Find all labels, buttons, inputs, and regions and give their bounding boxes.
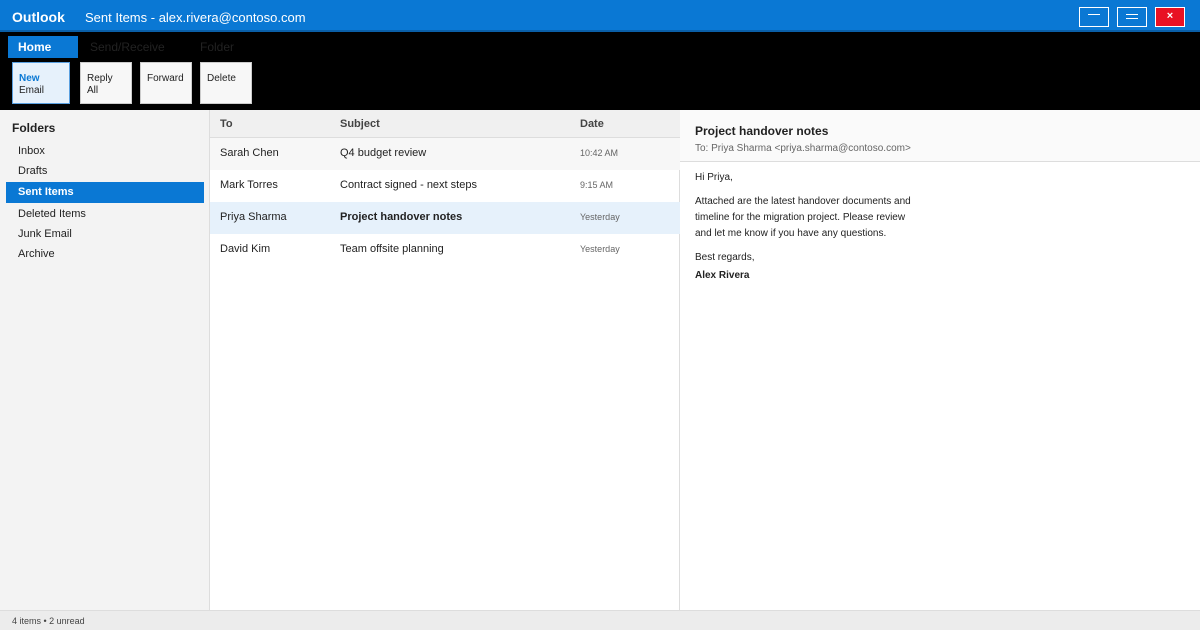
table-row[interactable]: Sarah Chen Q4 budget review 10:42 AM: [210, 138, 680, 170]
table-row[interactable]: Mark Torres Contract signed - next steps…: [210, 170, 680, 202]
row-subject: Q4 budget review: [340, 147, 427, 159]
body-line: and let me know if you have any question…: [695, 228, 887, 239]
title-bar: Outlook Sent Items - alex.rivera@contoso…: [0, 0, 1200, 32]
row-date: Yesterday: [580, 212, 620, 222]
window-title: Sent Items - alex.rivera@contoso.com: [85, 10, 306, 25]
ribbon: Home Send/Receive Folder New Email Reply…: [0, 32, 1200, 110]
column-date[interactable]: Date: [580, 118, 604, 130]
body-closing: Best regards,: [695, 252, 755, 263]
table-row[interactable]: David Kim Team offsite planning Yesterda…: [210, 234, 680, 266]
new-email-label-1: New: [19, 73, 40, 84]
reading-header: Project handover notes To: Priya Sharma …: [680, 110, 1200, 162]
tab-home[interactable]: Home: [8, 36, 78, 58]
delete-button[interactable]: Delete: [200, 62, 252, 104]
reply-all-label-1: Reply: [87, 73, 113, 84]
forward-button[interactable]: Forward: [140, 62, 192, 104]
body-line: timeline for the migration project. Plea…: [695, 212, 906, 223]
folders-pane: Folders Inbox Drafts Sent Items Deleted …: [0, 110, 210, 610]
row-date: 9:15 AM: [580, 180, 614, 190]
message-body: Hi Priya, Attached are the latest handov…: [695, 170, 935, 284]
row-to: Sarah Chen: [220, 147, 279, 159]
reading-pane: Project handover notes To: Priya Sharma …: [680, 110, 1200, 610]
row-to: Priya Sharma: [220, 211, 287, 223]
maximize-button[interactable]: [1117, 7, 1147, 27]
folder-drafts[interactable]: Drafts: [6, 161, 204, 182]
folders-title: Folders: [12, 121, 56, 135]
new-email-button[interactable]: New Email: [12, 62, 70, 104]
body-signature: Alex Rivera: [695, 270, 750, 281]
row-subject: Project handover notes: [340, 211, 463, 223]
row-to: Mark Torres: [220, 179, 278, 191]
row-subject: Contract signed - next steps: [340, 179, 477, 191]
row-date: 10:42 AM: [580, 148, 619, 158]
row-subject: Team offsite planning: [340, 243, 444, 255]
minimize-button[interactable]: [1079, 7, 1109, 27]
close-button[interactable]: ×: [1155, 7, 1185, 27]
folder-sent-items[interactable]: Sent Items: [6, 182, 204, 203]
message-subject: Project handover notes: [695, 124, 829, 138]
row-date: Yesterday: [580, 244, 620, 254]
status-bar: 4 items • 2 unread: [0, 610, 1200, 630]
new-email-label-2: Email: [19, 85, 45, 96]
table-row-selected[interactable]: Priya Sharma Project handover notes Yest…: [210, 202, 680, 234]
reply-all-label-2: All: [87, 85, 99, 96]
app-name: Outlook: [12, 9, 65, 25]
reply-all-button[interactable]: Reply All: [80, 62, 132, 104]
tab-folder[interactable]: Folder: [190, 36, 260, 58]
body-greeting: Hi Priya,: [695, 172, 733, 183]
status-text: 4 items • 2 unread: [12, 616, 85, 626]
delete-label: Delete: [207, 73, 236, 84]
folder-archive[interactable]: Archive: [6, 244, 204, 265]
minimize-icon: [1088, 14, 1100, 15]
message-recipient: To: Priya Sharma <priya.sharma@contoso.c…: [695, 143, 911, 154]
folder-inbox[interactable]: Inbox: [6, 141, 204, 162]
forward-label: Forward: [147, 73, 184, 84]
body-line: Attached are the latest handover documen…: [695, 196, 911, 207]
close-icon: ×: [1166, 10, 1174, 22]
message-list-header: To Subject Date: [210, 110, 680, 138]
column-to[interactable]: To: [220, 118, 233, 130]
column-subject[interactable]: Subject: [340, 118, 380, 130]
row-to: David Kim: [220, 243, 271, 255]
tab-send-receive[interactable]: Send/Receive: [80, 36, 180, 58]
folder-deleted-items[interactable]: Deleted Items: [6, 204, 204, 225]
folder-junk-email[interactable]: Junk Email: [6, 224, 204, 245]
message-list: To Subject Date Sarah Chen Q4 budget rev…: [210, 110, 680, 610]
